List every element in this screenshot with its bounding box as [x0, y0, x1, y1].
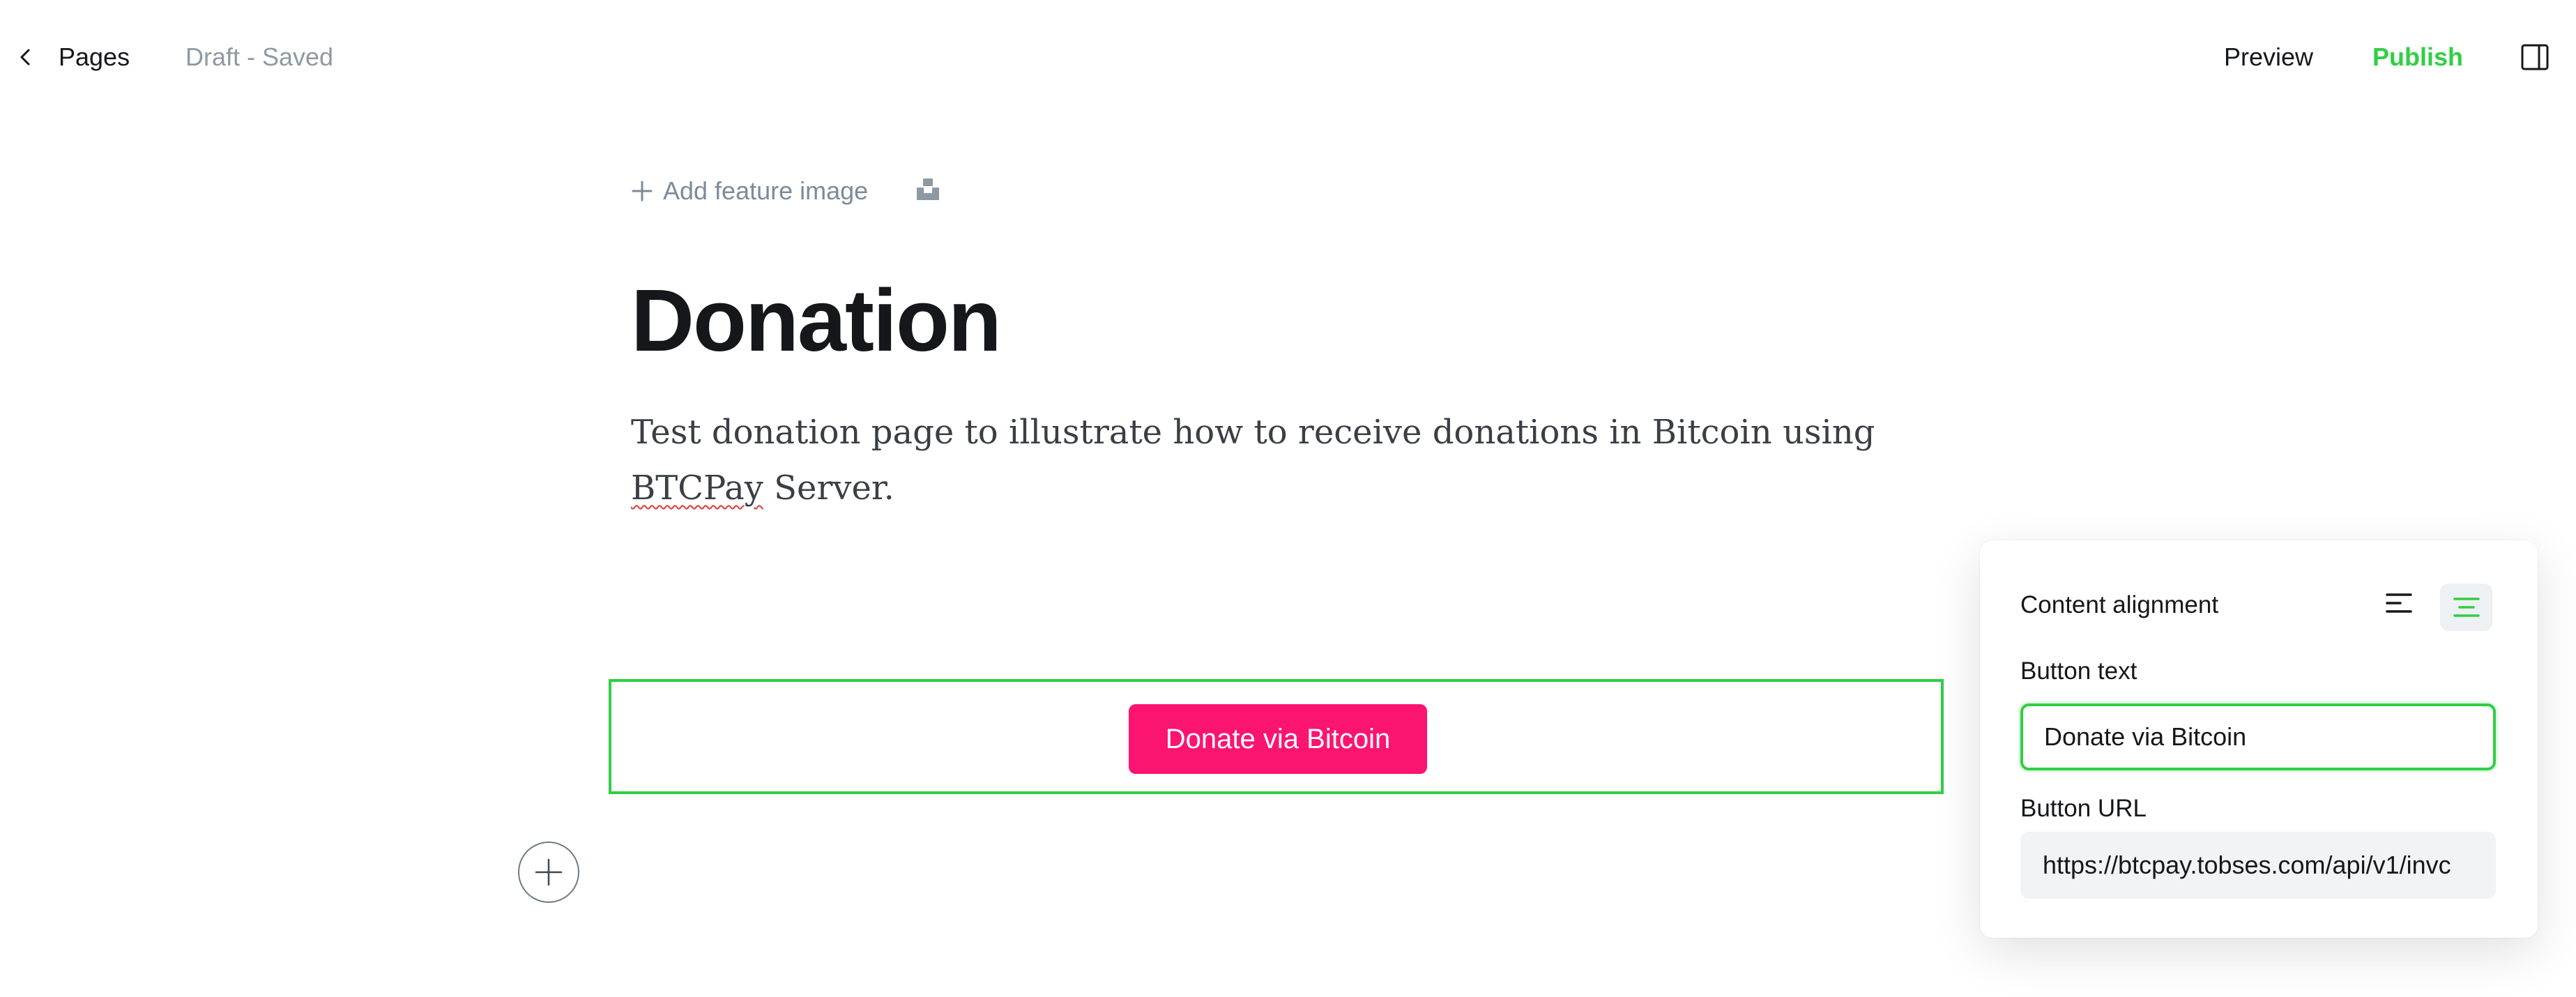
- button-url-input[interactable]: [2020, 832, 2496, 899]
- post-excerpt[interactable]: Test donation page to illustrate how to …: [631, 404, 1928, 516]
- button-text-label: Button text: [2020, 657, 2137, 685]
- feature-image-row: Add feature image: [631, 174, 868, 208]
- add-feature-image-label: Add feature image: [663, 176, 869, 205]
- back-chevron-icon[interactable]: [13, 42, 38, 73]
- donate-via-bitcoin-button[interactable]: Donate via Bitcoin: [1129, 704, 1427, 774]
- publish-button[interactable]: Publish: [2372, 40, 2463, 74]
- add-card-plus-icon[interactable]: [518, 842, 579, 903]
- button-url-label: Button URL: [2020, 795, 2147, 822]
- unsplash-icon[interactable]: [915, 176, 940, 201]
- post-title[interactable]: Donation: [631, 268, 1002, 373]
- draft-status: Draft - Saved: [185, 43, 334, 71]
- excerpt-text-start: Test donation page to illustrate how to …: [631, 413, 1875, 452]
- plus-icon: [632, 181, 653, 201]
- preview-button[interactable]: Preview: [2224, 40, 2313, 74]
- button-card-settings-panel: Content alignment Button text Button URL: [1980, 540, 2538, 938]
- content-alignment-label: Content alignment: [2020, 591, 2219, 618]
- button-text-input[interactable]: [2020, 703, 2496, 770]
- misspelled-word: BTCPay: [631, 469, 763, 508]
- add-feature-image-button[interactable]: Add feature image: [631, 176, 868, 206]
- align-center-icon[interactable]: [2440, 584, 2492, 631]
- sidebar-toggle-icon[interactable]: [2520, 43, 2550, 71]
- pages-back-link[interactable]: Pages: [59, 40, 130, 74]
- excerpt-text-end: Server.: [763, 469, 894, 508]
- align-left-icon[interactable]: [2374, 579, 2424, 627]
